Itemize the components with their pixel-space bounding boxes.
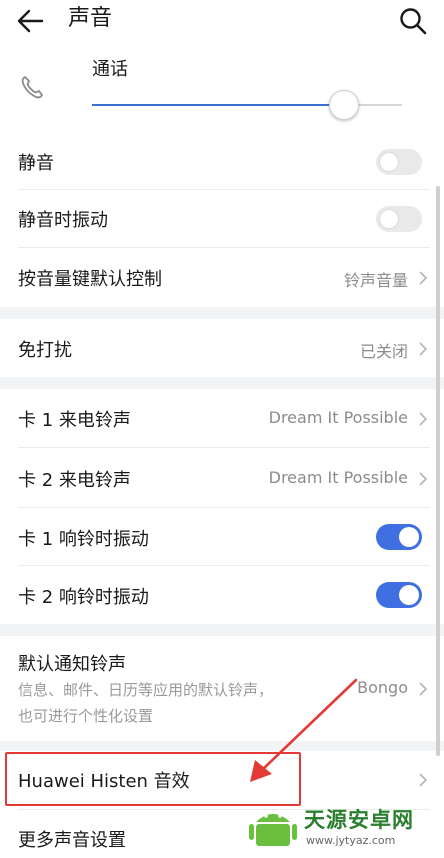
mute-vibrate-toggle[interactable] — [376, 206, 422, 232]
watermark-text: 天源安卓网 — [304, 808, 414, 832]
chevron-right-icon — [419, 773, 428, 787]
back-arrow-icon — [17, 9, 44, 33]
divider — [18, 189, 430, 190]
mute-vibrate-label: 静音时振动 — [18, 210, 108, 231]
mute-vibrate-row[interactable]: 静音时振动 — [0, 192, 444, 246]
sim1-ringtone-value: Dream It Possible — [268, 408, 408, 427]
scrollbar[interactable] — [436, 186, 440, 756]
chevron-right-icon — [419, 342, 428, 356]
notification-ringtone-label: 默认通知铃声 — [18, 654, 126, 675]
sim2-ringtone-label: 卡 2 来电铃声 — [18, 470, 131, 491]
dnd-value: 已关闭 — [359, 342, 408, 361]
call-volume-label: 通话 — [92, 59, 128, 80]
back-button[interactable] — [14, 6, 48, 36]
highlight-box — [5, 752, 301, 806]
more-sound-settings-label: 更多声音设置 — [18, 830, 126, 851]
divider — [18, 247, 430, 248]
toggle-knob — [399, 585, 419, 605]
volume-key-value: 铃声音量 — [343, 271, 408, 290]
chevron-right-icon — [419, 271, 428, 285]
dnd-label: 免打扰 — [18, 340, 72, 361]
toggle-knob — [399, 527, 419, 547]
chevron-right-icon — [419, 472, 428, 486]
toggle-knob — [379, 152, 399, 172]
section-gap — [0, 307, 444, 319]
mute-toggle[interactable] — [376, 149, 422, 175]
notification-ringtone-desc-line1: 信息、邮件、日历等应用的默认铃声， — [18, 681, 274, 699]
volume-key-row[interactable]: 按音量键默认控制 铃声音量 — [0, 250, 444, 306]
mute-row[interactable]: 静音 — [0, 136, 444, 188]
section-gap — [0, 377, 444, 389]
chevron-right-icon — [419, 682, 428, 696]
notification-ringtone-row[interactable]: 默认通知铃声 信息、邮件、日历等应用的默认铃声， 也可进行个性化设置 Bongo — [0, 636, 444, 740]
dnd-row[interactable]: 免打扰 已关闭 — [0, 319, 444, 377]
chevron-right-icon — [419, 412, 428, 426]
search-button[interactable] — [398, 6, 428, 36]
section-gap — [0, 741, 444, 751]
divider — [18, 565, 430, 566]
phone-icon — [18, 72, 48, 102]
divider — [18, 447, 430, 448]
sim1-ringtone-row[interactable]: 卡 1 来电铃声 Dream It Possible — [0, 389, 444, 447]
sim1-vibrate-row[interactable]: 卡 1 响铃时振动 — [0, 509, 444, 565]
sim2-vibrate-label: 卡 2 响铃时振动 — [18, 587, 149, 608]
slider-thumb[interactable] — [329, 90, 359, 120]
sim2-vibrate-toggle[interactable] — [376, 582, 422, 608]
watermark-url: www.jytyaz.com — [306, 834, 396, 847]
sim2-ringtone-row[interactable]: 卡 2 来电铃声 Dream It Possible — [0, 449, 444, 507]
sim1-vibrate-label: 卡 1 响铃时振动 — [18, 529, 149, 550]
sim2-ringtone-value: Dream It Possible — [268, 468, 408, 487]
notification-ringtone-desc-line2: 也可进行个性化设置 — [18, 707, 154, 725]
sim2-vibrate-row[interactable]: 卡 2 响铃时振动 — [0, 567, 444, 623]
volume-key-label: 按音量键默认控制 — [18, 269, 162, 290]
mute-label: 静音 — [18, 153, 54, 174]
watermark: 天源安卓网 www.jytyaz.com — [248, 804, 438, 852]
toggle-knob — [379, 209, 399, 229]
sim1-ringtone-label: 卡 1 来电铃声 — [18, 410, 131, 431]
page-title: 声音 — [68, 6, 113, 31]
android-logo-icon — [249, 814, 297, 846]
call-volume-slider[interactable] — [92, 90, 402, 120]
sim1-vibrate-toggle[interactable] — [376, 524, 422, 550]
divider — [18, 507, 430, 508]
search-icon — [400, 8, 427, 35]
notification-ringtone-value: Bongo — [357, 678, 408, 697]
section-gap — [0, 624, 444, 636]
slider-fill — [92, 104, 343, 106]
